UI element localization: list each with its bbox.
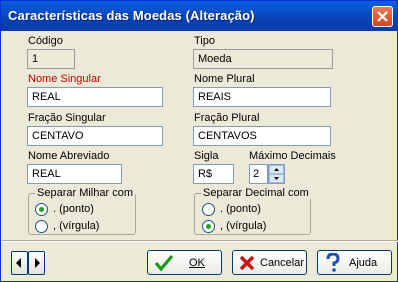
close-button[interactable] (372, 6, 393, 27)
decimal-ponto-radio[interactable] (202, 203, 215, 216)
separar-milhar-label: Separar Milhar com (35, 187, 135, 199)
ok-button[interactable]: OK (147, 250, 222, 275)
window-title: Características das Moedas (Alteração) (8, 8, 255, 23)
maximo-decimais-spinner[interactable] (268, 164, 285, 184)
nome-plural-label: Nome Plural (194, 73, 255, 85)
next-record-button[interactable] (28, 251, 45, 275)
nome-plural-input[interactable]: REAIS (193, 87, 331, 107)
decimal-ponto-label[interactable]: . (ponto) (220, 203, 261, 215)
fracao-plural-input[interactable]: CENTAVOS (193, 126, 331, 146)
nome-singular-input[interactable]: REAL (27, 87, 163, 107)
spin-up-button[interactable] (269, 165, 284, 174)
milhar-ponto-radio[interactable] (35, 203, 48, 216)
spin-down-button[interactable] (269, 174, 284, 183)
codigo-field: 1 (27, 49, 75, 69)
fracao-plural-label: Fração Plural (194, 112, 260, 124)
nome-abreviado-label: Nome Abreviado (28, 150, 110, 162)
nome-singular-label: Nome Singular (28, 73, 101, 85)
maximo-decimais-label: Máximo Decimais (249, 150, 336, 162)
cancel-label: Cancelar (260, 257, 305, 269)
milhar-ponto-label[interactable]: . (ponto) (53, 203, 94, 215)
sigla-label: Sigla (194, 150, 219, 162)
milhar-virgula-label[interactable]: , (vírgula) (53, 220, 99, 232)
ok-label: OK (189, 257, 205, 269)
title-bar[interactable]: Características das Moedas (Alteração) (1, 1, 397, 31)
next-arrow-icon (35, 258, 40, 268)
prev-record-button[interactable] (11, 251, 28, 275)
tipo-label: Tipo (194, 35, 215, 47)
fracao-singular-input[interactable]: CENTAVO (27, 126, 163, 146)
decimal-virgula-label[interactable]: , (vírgula) (220, 220, 266, 232)
separar-decimal-label: Separar Decimal com (201, 187, 311, 199)
close-icon (377, 11, 388, 22)
spin-up-icon (274, 168, 279, 171)
milhar-virgula-radio[interactable] (35, 220, 48, 233)
checkmark-icon (154, 254, 174, 272)
fracao-singular-label: Fração Singular (28, 112, 106, 124)
help-question-icon (326, 253, 340, 272)
dialog-window: Características das Moedas (Alteração) C… (0, 0, 398, 282)
maximo-decimais-input[interactable]: 2 (249, 164, 268, 184)
prev-arrow-icon (16, 258, 21, 268)
cancel-button[interactable]: Cancelar (232, 250, 307, 275)
tipo-field: Moeda (193, 49, 333, 69)
help-button[interactable]: Ajuda (317, 250, 392, 275)
nome-abreviado-input[interactable]: REAL (27, 164, 122, 184)
spin-down-icon (274, 177, 279, 180)
help-label: Ajuda (349, 257, 378, 269)
sigla-input[interactable]: R$ (193, 164, 234, 184)
x-mark-icon (239, 255, 255, 271)
decimal-virgula-radio[interactable] (202, 220, 215, 233)
codigo-label: Código (28, 35, 63, 47)
